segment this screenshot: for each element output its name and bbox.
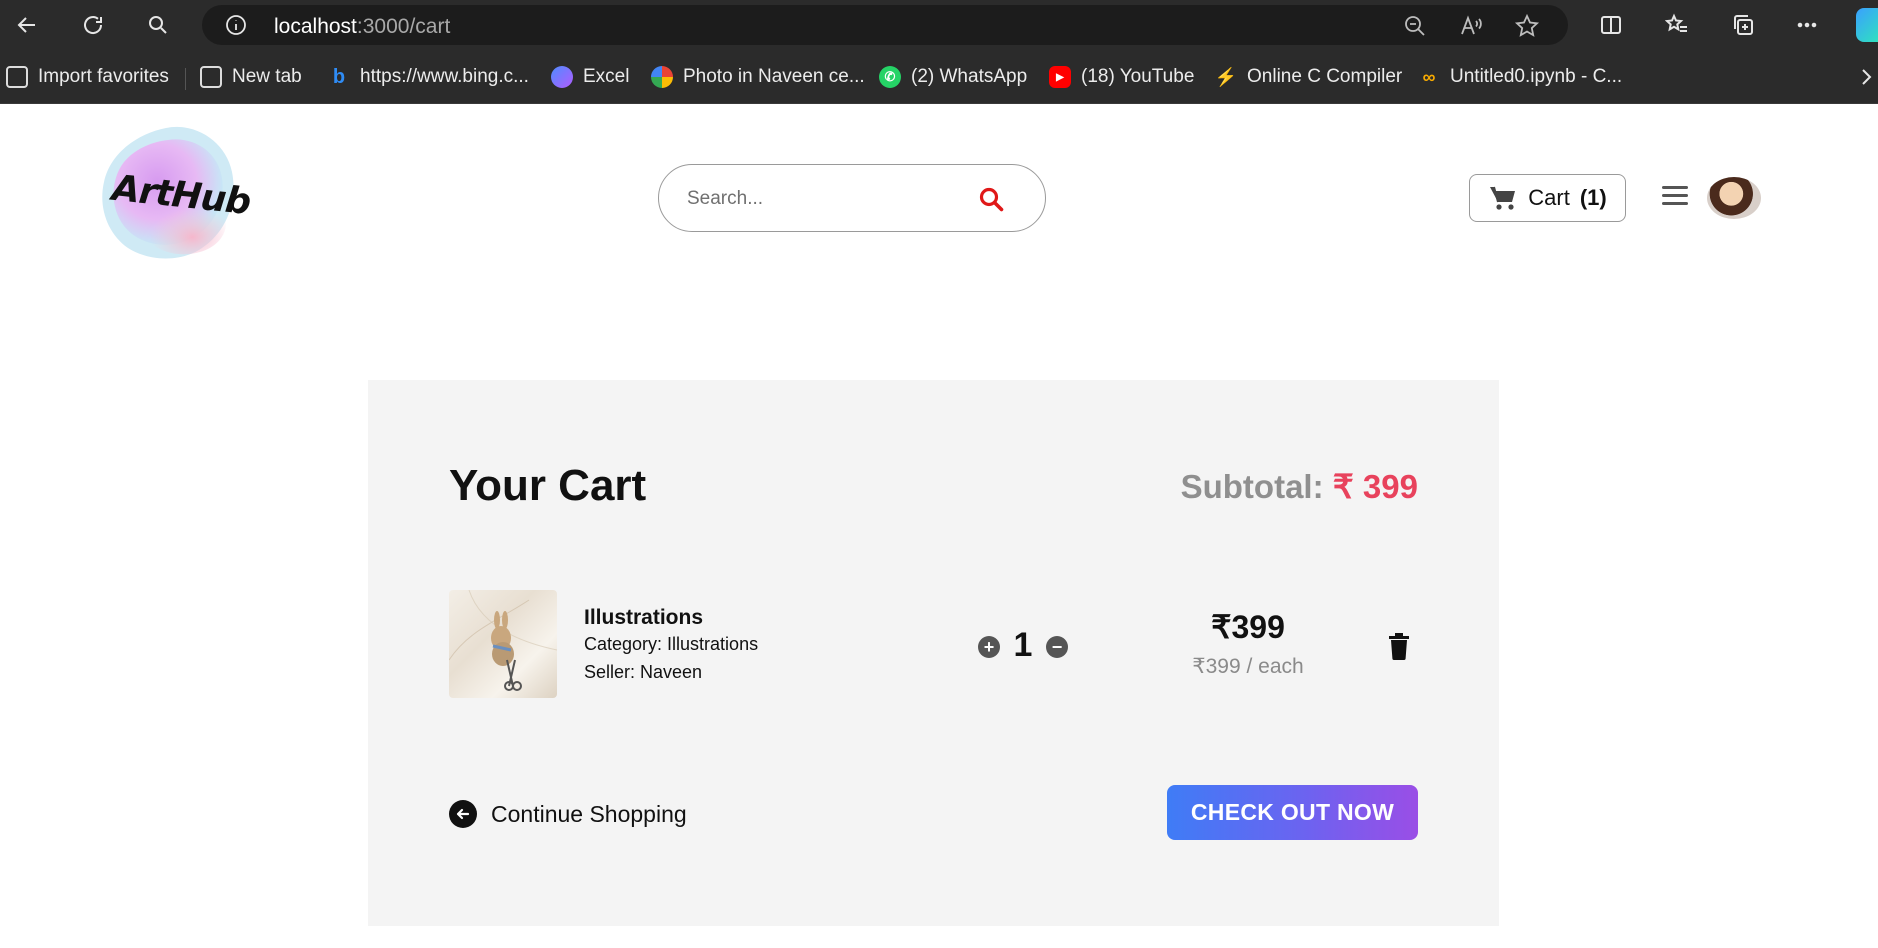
plus-icon: + — [983, 637, 995, 657]
bookmarks-bar: Import favorites New tab b https://www.b… — [0, 50, 1878, 104]
hamburger-menu-icon[interactable] — [1662, 186, 1690, 210]
item-category: Category: Illustrations — [584, 634, 759, 654]
url-path: :3000/cart — [356, 15, 451, 38]
delete-item-button[interactable] — [1388, 632, 1410, 660]
favorites-button[interactable] — [1658, 8, 1696, 42]
bookmark-label: Untitled0.ipynb - C... — [1450, 66, 1623, 87]
bookmark-new-tab[interactable]: New tab — [200, 64, 302, 90]
bookmarks-overflow-chevron-icon[interactable] — [1856, 64, 1876, 90]
bookmark-photos[interactable]: Photo in Naveen ce... — [651, 64, 865, 90]
checkout-button[interactable]: CHECK OUT NOW — [1167, 785, 1418, 840]
subtotal-label: Subtotal: — [1180, 468, 1324, 505]
cart-label: Cart — [1528, 185, 1570, 210]
bing-icon: b — [332, 65, 346, 88]
item-name: Illustrations — [584, 606, 704, 629]
bookmark-whatsapp[interactable]: ✆ (2) WhatsApp — [879, 64, 1027, 90]
refresh-icon — [84, 16, 103, 34]
new-tab-icon — [200, 66, 222, 88]
cart-count: (1) — [1579, 185, 1607, 210]
trash-icon — [1389, 633, 1409, 660]
cart-panel: Your Cart Subtotal: ₹ 399 Illustrations … — [368, 380, 1499, 926]
search-bar — [658, 164, 1046, 232]
browser-toolbar: localhost:3000/cart — [0, 0, 1878, 50]
collections-button[interactable] — [1724, 8, 1762, 42]
subtotal: Subtotal: ₹ 399 — [1181, 467, 1418, 506]
search-web-button[interactable] — [139, 8, 177, 42]
collections-icon — [1734, 15, 1753, 35]
more-dots-icon — [1797, 22, 1817, 28]
magnifier-icon — [149, 16, 167, 34]
whatsapp-icon: ✆ — [879, 66, 901, 88]
bookmark-divider — [185, 68, 186, 90]
url-host: localhost — [274, 15, 357, 38]
back-button[interactable] — [8, 8, 46, 42]
bookmark-label: Excel — [583, 66, 630, 87]
minus-icon: − — [1051, 637, 1063, 657]
split-screen-button[interactable] — [1592, 8, 1630, 42]
split-screen-icon — [1601, 16, 1621, 34]
continue-shopping-link[interactable]: Continue Shopping — [449, 800, 687, 828]
item-seller: Seller: Naveen — [584, 662, 703, 682]
arrow-left-circle-icon — [449, 800, 477, 828]
colab-icon: ∞ — [1422, 66, 1436, 87]
read-aloud-icon[interactable] — [1458, 13, 1484, 39]
site-info-icon[interactable] — [224, 13, 248, 37]
continue-shopping-label: Continue Shopping — [491, 800, 687, 827]
bookmark-label: Photo in Naveen ce... — [683, 66, 865, 87]
copilot-icon[interactable] — [1856, 8, 1878, 42]
bookmark-label: Online C Compiler — [1247, 66, 1403, 87]
youtube-icon: ▶ — [1049, 66, 1071, 88]
bookmark-bing[interactable]: b https://www.bing.c... — [328, 64, 529, 90]
bookmark-excel[interactable]: Excel — [551, 64, 629, 90]
arthub-logo[interactable]: ArtHub — [96, 122, 252, 272]
bookmark-online-compiler[interactable]: ⚡ Online C Compiler — [1215, 64, 1402, 90]
photos-icon — [651, 66, 673, 88]
decrease-quantity-button[interactable]: − — [1046, 636, 1068, 658]
cart-button[interactable]: Cart (1) — [1469, 174, 1626, 222]
more-options-button[interactable] — [1788, 8, 1826, 42]
bookmark-import-favorites[interactable]: Import favorites — [6, 64, 169, 90]
search-input[interactable] — [687, 185, 947, 213]
favorites-list-icon — [1665, 13, 1687, 32]
bunny-illustration-icon — [449, 590, 557, 691]
quantity-value: 1 — [1013, 626, 1033, 664]
bookmark-label: https://www.bing.c... — [360, 66, 529, 87]
back-arrow-icon — [17, 17, 35, 33]
refresh-button[interactable] — [74, 8, 112, 42]
bookmark-youtube[interactable]: ▶ (18) YouTube — [1049, 64, 1194, 90]
subtotal-amount: ₹ 399 — [1332, 468, 1418, 505]
url-text[interactable]: localhost:3000/cart — [274, 15, 450, 39]
address-bar[interactable]: localhost:3000/cart — [202, 5, 1568, 45]
bookmark-colab[interactable]: ∞ Untitled0.ipynb - C... — [1418, 64, 1623, 90]
shopping-cart-icon — [1490, 186, 1516, 210]
bookmark-label: Import favorites — [38, 66, 169, 87]
excel-icon — [551, 66, 573, 88]
cart-title: Your Cart — [449, 461, 647, 510]
increase-quantity-button[interactable]: + — [978, 636, 1000, 658]
item-total-price: ₹399 — [1211, 609, 1285, 645]
bookmark-label: New tab — [232, 66, 302, 87]
page: ArtHub Cart (1) Your Cart Subtotal: ₹ 39… — [0, 104, 1878, 948]
import-icon — [6, 66, 28, 88]
item-thumbnail[interactable] — [449, 590, 557, 698]
bookmark-label: (2) WhatsApp — [911, 66, 1028, 87]
item-unit-price: ₹399 / each — [1192, 655, 1304, 678]
favorite-star-icon[interactable] — [1514, 13, 1540, 39]
search-icon[interactable] — [977, 185, 1007, 215]
compiler-icon: ⚡ — [1214, 66, 1238, 87]
bookmark-label: (18) YouTube — [1081, 66, 1195, 87]
zoom-out-icon[interactable] — [1402, 13, 1428, 39]
user-avatar[interactable] — [1707, 177, 1761, 219]
